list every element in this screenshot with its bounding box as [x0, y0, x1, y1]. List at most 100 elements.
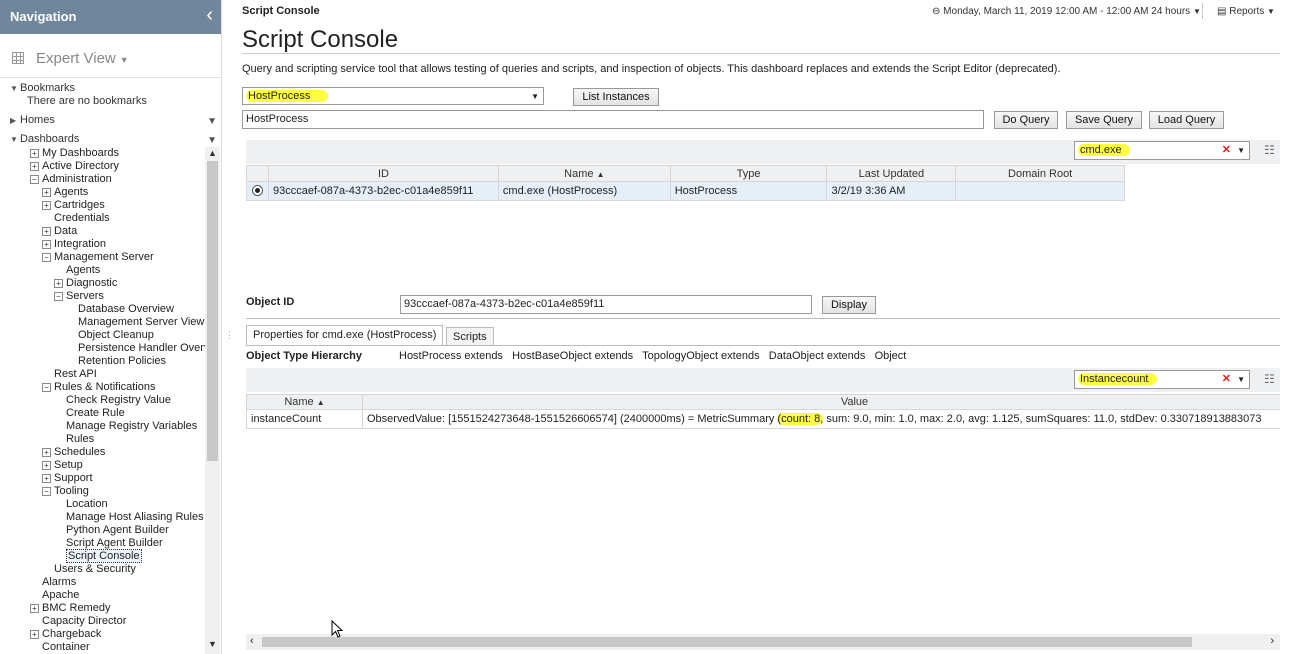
list-instances-button[interactable]: List Instances	[573, 88, 659, 106]
time-range-selector[interactable]: ⊖ Monday, March 11, 2019 12:00 AM - 12:0…	[932, 6, 1201, 17]
tree-item[interactable]: Container	[42, 641, 90, 654]
hierarchy-item[interactable]: Object	[875, 350, 907, 362]
load-query-button[interactable]: Load Query	[1149, 111, 1224, 129]
hierarchy-item[interactable]: HostBaseObject extends	[512, 350, 633, 362]
tree-item[interactable]: Rest API	[54, 368, 97, 381]
tree-item[interactable]: Create Rule	[66, 407, 125, 420]
tab-scripts[interactable]: Scripts	[446, 327, 494, 346]
collapse-icon[interactable]: −	[54, 292, 63, 301]
tree-item[interactable]: Location	[66, 498, 108, 511]
object-id-input[interactable]: 93cccaef-087a-4373-b2ec-c01a4e859f11	[400, 295, 812, 314]
tree-item[interactable]: Database Overview	[78, 303, 174, 316]
tree-item[interactable]: + Integration	[42, 238, 106, 251]
tree-item[interactable]: − Management Server	[42, 251, 154, 264]
tree-item[interactable]: + Diagnostic	[54, 277, 117, 290]
column-header-id[interactable]: ID	[267, 165, 499, 182]
tree-scrollbar[interactable]: ▲ ▼	[205, 147, 220, 654]
tree-item[interactable]: Capacity Director	[42, 615, 126, 628]
tree-item[interactable]: Object Cleanup	[78, 329, 154, 342]
tree-item[interactable]: Manage Registry Variables	[66, 420, 197, 433]
tree-item[interactable]: + Schedules	[42, 446, 105, 459]
collapse-icon[interactable]: −	[42, 487, 51, 496]
tree-item[interactable]: Management Server View	[78, 316, 204, 329]
tree-item[interactable]: + Agents	[42, 186, 88, 199]
tree-item[interactable]: + Setup	[42, 459, 83, 472]
tree-item[interactable]: + Support	[42, 472, 93, 485]
tree-item[interactable]: + Cartridges	[42, 199, 105, 212]
tree-item[interactable]: + Data	[42, 225, 77, 238]
expand-icon[interactable]: +	[30, 162, 39, 171]
tree-item[interactable]: Credentials	[54, 212, 110, 225]
tree-item[interactable]: + BMC Remedy	[30, 602, 110, 615]
tree-item[interactable]: − Servers	[54, 290, 104, 303]
hierarchy-item[interactable]: TopologyObject extends	[642, 350, 759, 362]
hierarchy-item[interactable]: DataObject extends	[769, 350, 866, 362]
tree-item[interactable]: Rules	[66, 433, 94, 446]
tree-item[interactable]: + Chargeback	[30, 628, 101, 641]
tree-item[interactable]: Apache	[42, 589, 79, 602]
table-row[interactable]: instanceCount ObservedValue: [1551524273…	[246, 409, 1280, 429]
expand-icon[interactable]: +	[30, 604, 39, 613]
column-header-domain-root[interactable]: Domain Root	[955, 165, 1125, 182]
expand-icon[interactable]: +	[42, 448, 51, 457]
column-header-prop-name[interactable]: Name ▲	[246, 394, 363, 410]
horizontal-scrollbar[interactable]: ‹ ›	[246, 634, 1280, 650]
tree-item[interactable]: − Administration	[30, 173, 112, 186]
results-filter-input[interactable]: cmd.exe ✕ ▼	[1074, 141, 1250, 160]
expand-icon[interactable]: +	[30, 630, 39, 639]
object-type-select[interactable]: HostProcess ▼	[242, 87, 544, 105]
filter-icon[interactable]: ▼	[207, 135, 217, 146]
expand-icon[interactable]: +	[42, 227, 51, 236]
scroll-down-icon[interactable]: ▼	[208, 639, 217, 649]
expand-icon[interactable]: +	[30, 149, 39, 158]
column-header-prop-value[interactable]: Value	[362, 394, 1280, 410]
clear-icon[interactable]: ✕	[1222, 142, 1231, 159]
column-header-name[interactable]: Name ▲	[497, 165, 671, 182]
tree-item[interactable]: Alarms	[42, 576, 76, 589]
tree-item[interactable]: Retention Policies	[78, 355, 166, 368]
row-radio[interactable]	[251, 185, 263, 196]
collapse-icon[interactable]: −	[42, 253, 51, 262]
display-button[interactable]: Display	[822, 296, 876, 314]
tree-item[interactable]: − Tooling	[42, 485, 89, 498]
collapse-panel-icon[interactable]: ‹	[206, 4, 213, 27]
properties-filter-input[interactable]: Instancecount ✕ ▼	[1074, 370, 1250, 389]
expand-icon[interactable]: +	[42, 188, 51, 197]
tree-item[interactable]: Persistence Handler Overv	[78, 342, 205, 355]
table-row[interactable]: 93cccaef-087a-4373-b2ec-c01a4e859f11 cmd…	[246, 181, 1125, 201]
scrollbar-thumb[interactable]	[262, 637, 1192, 647]
tree-item[interactable]: Script Console	[66, 549, 142, 563]
view-selector[interactable]: Expert View ▼	[0, 40, 221, 78]
tab-properties[interactable]: Properties for cmd.exe (HostProcess)	[246, 325, 444, 346]
tree-item[interactable]: Users & Security	[54, 563, 136, 576]
scrollbar-thumb[interactable]	[207, 161, 218, 461]
column-header-last-updated[interactable]: Last Updated	[826, 165, 957, 182]
save-query-button[interactable]: Save Query	[1066, 111, 1142, 129]
tree-item[interactable]: + My Dashboards	[30, 147, 119, 160]
scroll-left-icon[interactable]: ‹	[250, 635, 254, 647]
column-header-type[interactable]: Type	[669, 165, 828, 182]
expand-icon[interactable]: +	[42, 461, 51, 470]
homes-section[interactable]: ▶ Homes	[10, 114, 55, 127]
expand-icon[interactable]: +	[42, 474, 51, 483]
tree-item[interactable]: Manage Host Aliasing Rules	[66, 511, 204, 524]
reports-menu[interactable]: ▤ Reports ▼	[1217, 6, 1275, 17]
clear-icon[interactable]: ✕	[1222, 371, 1231, 388]
expand-icon[interactable]: +	[42, 201, 51, 210]
scroll-up-icon[interactable]: ▲	[208, 148, 217, 158]
tree-item[interactable]: Agents	[66, 264, 100, 277]
collapse-icon[interactable]: −	[30, 175, 39, 184]
expand-icon[interactable]: +	[42, 240, 51, 249]
scroll-right-icon[interactable]: ›	[1270, 635, 1274, 647]
tree-item[interactable]: + Active Directory	[30, 160, 119, 173]
do-query-button[interactable]: Do Query	[994, 111, 1058, 129]
column-menu-icon[interactable]: ☷	[1264, 372, 1275, 386]
dashboards-section[interactable]: ▼ Dashboards	[10, 133, 79, 146]
tree-item[interactable]: Python Agent Builder	[66, 524, 169, 537]
tree-item[interactable]: − Rules & Notifications	[42, 381, 156, 394]
query-input[interactable]: HostProcess	[242, 110, 984, 129]
column-menu-icon[interactable]: ☷	[1264, 143, 1275, 157]
tree-item[interactable]: Check Registry Value	[66, 394, 171, 407]
filter-icon[interactable]: ▼	[207, 116, 217, 127]
expand-icon[interactable]: +	[54, 279, 63, 288]
